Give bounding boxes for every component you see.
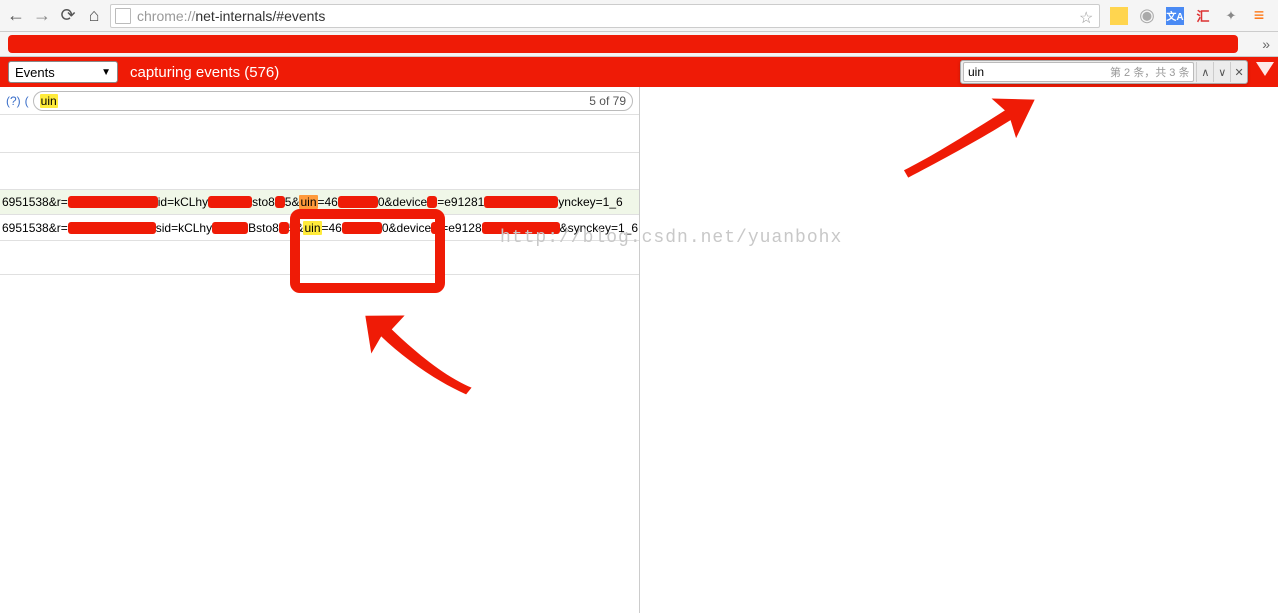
address-bar[interactable]: chrome://net-internals/#events ☆ bbox=[110, 4, 1100, 28]
ext-icon-notes[interactable] bbox=[1110, 7, 1128, 25]
bookmarks-bar: » bbox=[0, 32, 1278, 57]
find-input-wrap: 第 2 条，共 3 条 bbox=[963, 62, 1194, 82]
bookmark-star-icon[interactable]: ☆ bbox=[1079, 8, 1095, 24]
back-button[interactable]: ← bbox=[6, 6, 26, 26]
filter-result-count: 5 of 79 bbox=[585, 94, 626, 108]
url-text: chrome://net-internals/#events bbox=[137, 8, 1079, 24]
find-match-count: 第 2 条，共 3 条 bbox=[1106, 64, 1193, 80]
find-next-button[interactable]: ∨ bbox=[1213, 62, 1230, 82]
filter-value: uin bbox=[40, 94, 58, 108]
annotation-box bbox=[290, 209, 445, 293]
redaction-bookmarks bbox=[8, 35, 1238, 53]
ext-icon-gray[interactable]: ◉ bbox=[1138, 7, 1156, 25]
find-prev-button[interactable]: ∧ bbox=[1196, 62, 1213, 82]
forward-button[interactable]: → bbox=[32, 6, 52, 26]
filter-help-link[interactable]: (?) bbox=[6, 94, 21, 108]
puzzle-icon[interactable]: ✦ bbox=[1222, 7, 1240, 25]
extension-tray: ◉ 文A 汇 ✦ ≡ bbox=[1106, 7, 1272, 25]
menu-icon[interactable]: ≡ bbox=[1250, 7, 1268, 25]
bookmarks-overflow[interactable]: » bbox=[1262, 36, 1270, 52]
details-pane bbox=[640, 87, 1278, 613]
find-input[interactable] bbox=[964, 65, 1106, 79]
find-close-button[interactable]: ✕ bbox=[1230, 62, 1247, 82]
section-dropdown[interactable]: Events bbox=[8, 61, 118, 83]
home-button[interactable]: ⌂ bbox=[84, 6, 104, 26]
filter-input[interactable]: uin 5 of 79 bbox=[33, 91, 633, 111]
section-dropdown-label: Events bbox=[15, 65, 55, 80]
filter-row: (?) ( uin 5 of 79 bbox=[0, 87, 639, 115]
table-header-spacer bbox=[0, 125, 639, 153]
events-toolbar: Events capturing events (576) 第 2 条，共 3 … bbox=[0, 57, 1278, 87]
annotation-arrow-1 bbox=[346, 282, 494, 434]
result-area: 6951538&r= id=kCLhy sto8 5&uin =46 0&dev… bbox=[0, 115, 639, 275]
dropdown-toggle-icon[interactable] bbox=[1256, 62, 1274, 76]
events-list-pane: (?) ( uin 5 of 79 6951538&r= id=kCLhy st… bbox=[0, 87, 640, 613]
watermark-text: http://blog.csdn.net/yuanbohx bbox=[500, 228, 842, 248]
content-area: (?) ( uin 5 of 79 6951538&r= id=kCLhy st… bbox=[0, 87, 1278, 613]
page-icon bbox=[115, 8, 131, 24]
reload-button[interactable]: ⟳ bbox=[58, 6, 78, 26]
find-in-page-bar: 第 2 条，共 3 条 ∧ ∨ ✕ bbox=[960, 60, 1248, 84]
translate-icon[interactable]: 文A bbox=[1166, 7, 1184, 25]
browser-toolbar: ← → ⟳ ⌂ chrome://net-internals/#events ☆… bbox=[0, 0, 1278, 32]
match-highlight: uin bbox=[299, 195, 317, 209]
capture-status: capturing events (576) bbox=[130, 64, 279, 81]
ext-icon-hui[interactable]: 汇 bbox=[1194, 7, 1212, 25]
filter-paren: ( bbox=[25, 94, 29, 108]
